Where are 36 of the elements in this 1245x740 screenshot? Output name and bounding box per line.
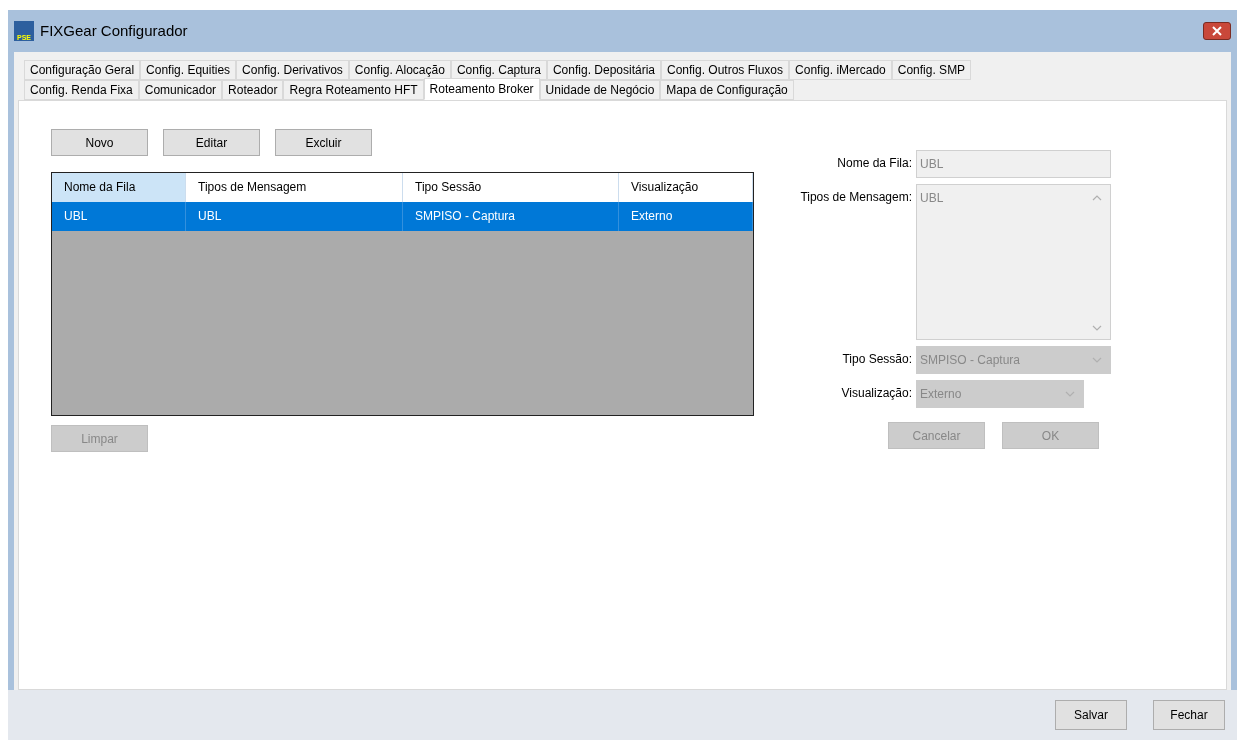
table-cell: SMPISO - Captura bbox=[415, 209, 516, 223]
close-icon bbox=[1212, 26, 1222, 36]
tab[interactable]: Configuração Geral bbox=[24, 60, 141, 80]
tab[interactable]: Roteador bbox=[222, 80, 284, 100]
tab[interactable]: Config. Alocação bbox=[348, 60, 451, 80]
tab[interactable]: Config. iMercado bbox=[789, 60, 892, 80]
table-row[interactable]: UBL UBL SMPISO - Captura Externo bbox=[52, 202, 753, 231]
field-label: Tipo Sessão: bbox=[841, 351, 912, 368]
button[interactable]: Novo bbox=[51, 129, 148, 156]
tab[interactable]: Roteamento Broker bbox=[423, 78, 540, 100]
column-header[interactable]: Tipos de Mensagem bbox=[186, 173, 403, 202]
table-cell: UBL bbox=[198, 209, 222, 223]
window-title: FIXGear Configurador bbox=[40, 20, 188, 41]
tab[interactable]: Comunicador bbox=[138, 80, 223, 100]
field-label: Nome da Fila: bbox=[836, 155, 912, 172]
button[interactable]: Editar bbox=[163, 129, 260, 156]
tab[interactable]: Config. Equities bbox=[140, 60, 237, 80]
tab[interactable]: Config. Renda Fixa bbox=[24, 80, 139, 100]
column-header[interactable]: Tipo Sessão bbox=[403, 173, 619, 202]
tab[interactable]: Unidade de Negócio bbox=[539, 80, 661, 100]
tab[interactable]: Config. Derivativos bbox=[236, 60, 349, 80]
table-cell: Externo bbox=[631, 209, 673, 223]
tab[interactable]: Regra Roteamento HFT bbox=[283, 80, 424, 100]
tab[interactable]: Config. Depositária bbox=[546, 60, 661, 80]
field-label: Tipos de Mensagem: bbox=[799, 189, 912, 206]
close-button[interactable] bbox=[1203, 22, 1231, 40]
tab[interactable]: Config. Outros Fluxos bbox=[661, 60, 790, 80]
table-cell: UBL bbox=[64, 209, 88, 223]
button[interactable]: Salvar bbox=[1055, 700, 1127, 730]
column-header[interactable]: Visualização bbox=[619, 173, 753, 202]
field-label: Visualização: bbox=[840, 385, 912, 402]
button[interactable]: Fechar bbox=[1153, 700, 1225, 730]
column-header[interactable]: Nome da Fila bbox=[52, 173, 186, 202]
button[interactable]: Excluir bbox=[275, 129, 372, 156]
tab[interactable]: Config. SMP bbox=[891, 60, 972, 80]
tab[interactable]: Mapa de Configuração bbox=[660, 80, 794, 100]
